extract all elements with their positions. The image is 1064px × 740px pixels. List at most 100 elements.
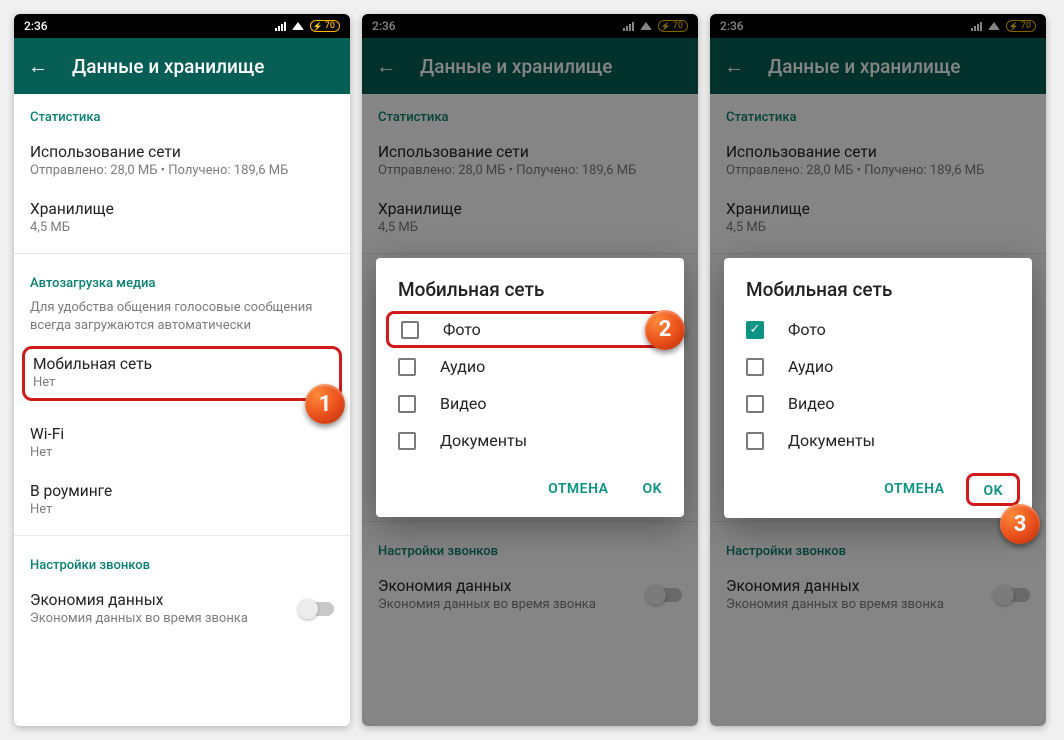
- clock: 2:36: [372, 19, 396, 33]
- appbar-title: Данные и хранилище: [420, 55, 613, 78]
- row-mobile-network[interactable]: Мобильная сеть Нет: [33, 355, 331, 390]
- option-label: Фото: [788, 320, 826, 339]
- row-title: Хранилище: [30, 200, 334, 218]
- status-icons: 70: [971, 20, 1036, 32]
- signal-icon: [971, 22, 982, 31]
- phone-screen-2: 2:36 70 ← Данные и хранилище Статистика …: [362, 14, 698, 726]
- row-storage[interactable]: Хранилище 4,5 МБ: [14, 190, 350, 247]
- wifi-icon: [292, 22, 304, 30]
- ok-button[interactable]: OK: [630, 473, 674, 505]
- option-label: Документы: [440, 431, 527, 450]
- cancel-button[interactable]: ОТМЕНА: [872, 473, 956, 506]
- dialog-mobile-network: Мобильная сеть ✓ Фото Аудио Видео Докуме…: [724, 258, 1032, 518]
- option-video[interactable]: Видео: [376, 385, 684, 422]
- app-bar: ← Данные и хранилище: [362, 38, 698, 94]
- row-sub: Нет: [30, 502, 334, 517]
- back-arrow-icon[interactable]: ←: [376, 56, 396, 76]
- option-label: Видео: [788, 394, 834, 413]
- highlight-ok-button: OK: [966, 473, 1020, 506]
- back-arrow-icon[interactable]: ←: [28, 56, 48, 76]
- row-roaming[interactable]: В роуминге Нет: [14, 472, 350, 529]
- row-network-usage: Использование сети Отправлено: 28,0 МБ •…: [362, 133, 698, 190]
- option-label: Аудио: [788, 357, 833, 376]
- option-label: Фото: [443, 320, 481, 339]
- section-calls: Настройки звонков: [14, 542, 350, 581]
- dialog-title: Мобильная сеть: [376, 278, 684, 311]
- checkbox-icon[interactable]: [746, 395, 764, 413]
- divider: [14, 535, 350, 536]
- row-sub: Отправлено: 28,0 МБ • Получено: 189,6 МБ: [30, 163, 334, 178]
- dialog-actions: ОТМЕНА OK 3: [724, 459, 1032, 510]
- status-bar: 2:36 70: [710, 14, 1046, 38]
- checkbox-icon[interactable]: [401, 321, 419, 339]
- checkbox-checked-icon[interactable]: ✓: [746, 321, 764, 339]
- option-docs[interactable]: Документы: [376, 422, 684, 459]
- app-bar: ← Данные и хранилище: [710, 38, 1046, 94]
- phone-screen-1: 2:36 70 ← Данные и хранилище Статистика …: [14, 14, 350, 726]
- section-autoload: Автозагрузка медиа: [14, 260, 350, 299]
- step-badge-2: 2: [645, 310, 685, 350]
- option-audio[interactable]: Аудио: [724, 348, 1032, 385]
- phone-screen-3: 2:36 70 ← Данные и хранилище Статистика …: [710, 14, 1046, 726]
- checkbox-icon[interactable]: [398, 432, 416, 450]
- option-photo[interactable]: Фото: [401, 320, 659, 339]
- status-bar: 2:36 70: [14, 14, 350, 38]
- section-stats: Статистика: [14, 94, 350, 133]
- highlight-mobile-row: Мобильная сеть Нет 1: [22, 346, 342, 401]
- row-storage: Хранилище 4,5 МБ: [362, 190, 698, 247]
- row-network-usage[interactable]: Использование сети Отправлено: 28,0 МБ •…: [14, 133, 350, 190]
- dialog-title: Мобильная сеть: [724, 278, 1032, 311]
- row-sub: Экономия данных во время звонка: [30, 611, 248, 626]
- clock: 2:36: [720, 19, 744, 33]
- option-docs[interactable]: Документы: [724, 422, 1032, 459]
- checkbox-icon[interactable]: [746, 432, 764, 450]
- option-audio[interactable]: Аудио: [376, 348, 684, 385]
- appbar-title: Данные и хранилище: [768, 55, 961, 78]
- battery-icon: 70: [1006, 20, 1036, 32]
- wifi-icon: [640, 22, 652, 30]
- status-bar: 2:36 70: [362, 14, 698, 38]
- checkbox-icon[interactable]: [398, 358, 416, 376]
- divider: [14, 253, 350, 254]
- settings-content: Статистика Использование сети Отправлено…: [14, 94, 350, 726]
- wifi-icon: [988, 22, 1000, 30]
- highlight-photo-option: Фото 2: [386, 311, 674, 348]
- row-wifi[interactable]: Wi-Fi Нет: [14, 415, 350, 472]
- app-bar: ← Данные и хранилище: [14, 38, 350, 94]
- option-label: Аудио: [440, 357, 485, 376]
- row-data-saver[interactable]: Экономия данных Экономия данных во время…: [14, 581, 350, 638]
- signal-icon: [275, 22, 286, 31]
- section-stats: Статистика: [362, 94, 698, 133]
- row-data-saver: Экономия данных Экономия данных во время…: [362, 567, 698, 624]
- step-badge-3: 3: [1000, 504, 1040, 544]
- dialog-mobile-network: Мобильная сеть Фото 2 Аудио Видео Докуме…: [376, 258, 684, 517]
- data-saver-switch[interactable]: [300, 602, 334, 616]
- option-photo[interactable]: ✓ Фото: [724, 311, 1032, 348]
- option-label: Документы: [788, 431, 875, 450]
- dialog-actions: ОТМЕНА OK: [376, 459, 684, 509]
- autoload-help: Для удобства общения голосовые сообщения…: [14, 299, 350, 344]
- signal-icon: [623, 22, 634, 31]
- status-icons: 70: [623, 20, 688, 32]
- checkbox-icon[interactable]: [746, 358, 764, 376]
- row-title: Мобильная сеть: [33, 355, 331, 373]
- row-title: Wi-Fi: [30, 425, 334, 443]
- option-video[interactable]: Видео: [724, 385, 1032, 422]
- row-title: Экономия данных: [30, 591, 248, 609]
- battery-icon: 70: [658, 20, 688, 32]
- clock: 2:36: [24, 19, 48, 33]
- row-title: Использование сети: [30, 143, 334, 161]
- back-arrow-icon[interactable]: ←: [724, 56, 744, 76]
- checkbox-icon[interactable]: [398, 395, 416, 413]
- row-sub: Нет: [33, 375, 331, 390]
- status-icons: 70: [275, 20, 340, 32]
- battery-icon: 70: [310, 20, 340, 32]
- data-saver-switch: [648, 588, 682, 602]
- step-badge-1: 1: [305, 384, 345, 424]
- ok-button[interactable]: OK: [977, 481, 1009, 501]
- row-sub: 4,5 МБ: [30, 220, 334, 235]
- appbar-title: Данные и хранилище: [72, 55, 265, 78]
- row-sub: Нет: [30, 445, 334, 460]
- cancel-button[interactable]: ОТМЕНА: [536, 473, 620, 505]
- option-label: Видео: [440, 394, 486, 413]
